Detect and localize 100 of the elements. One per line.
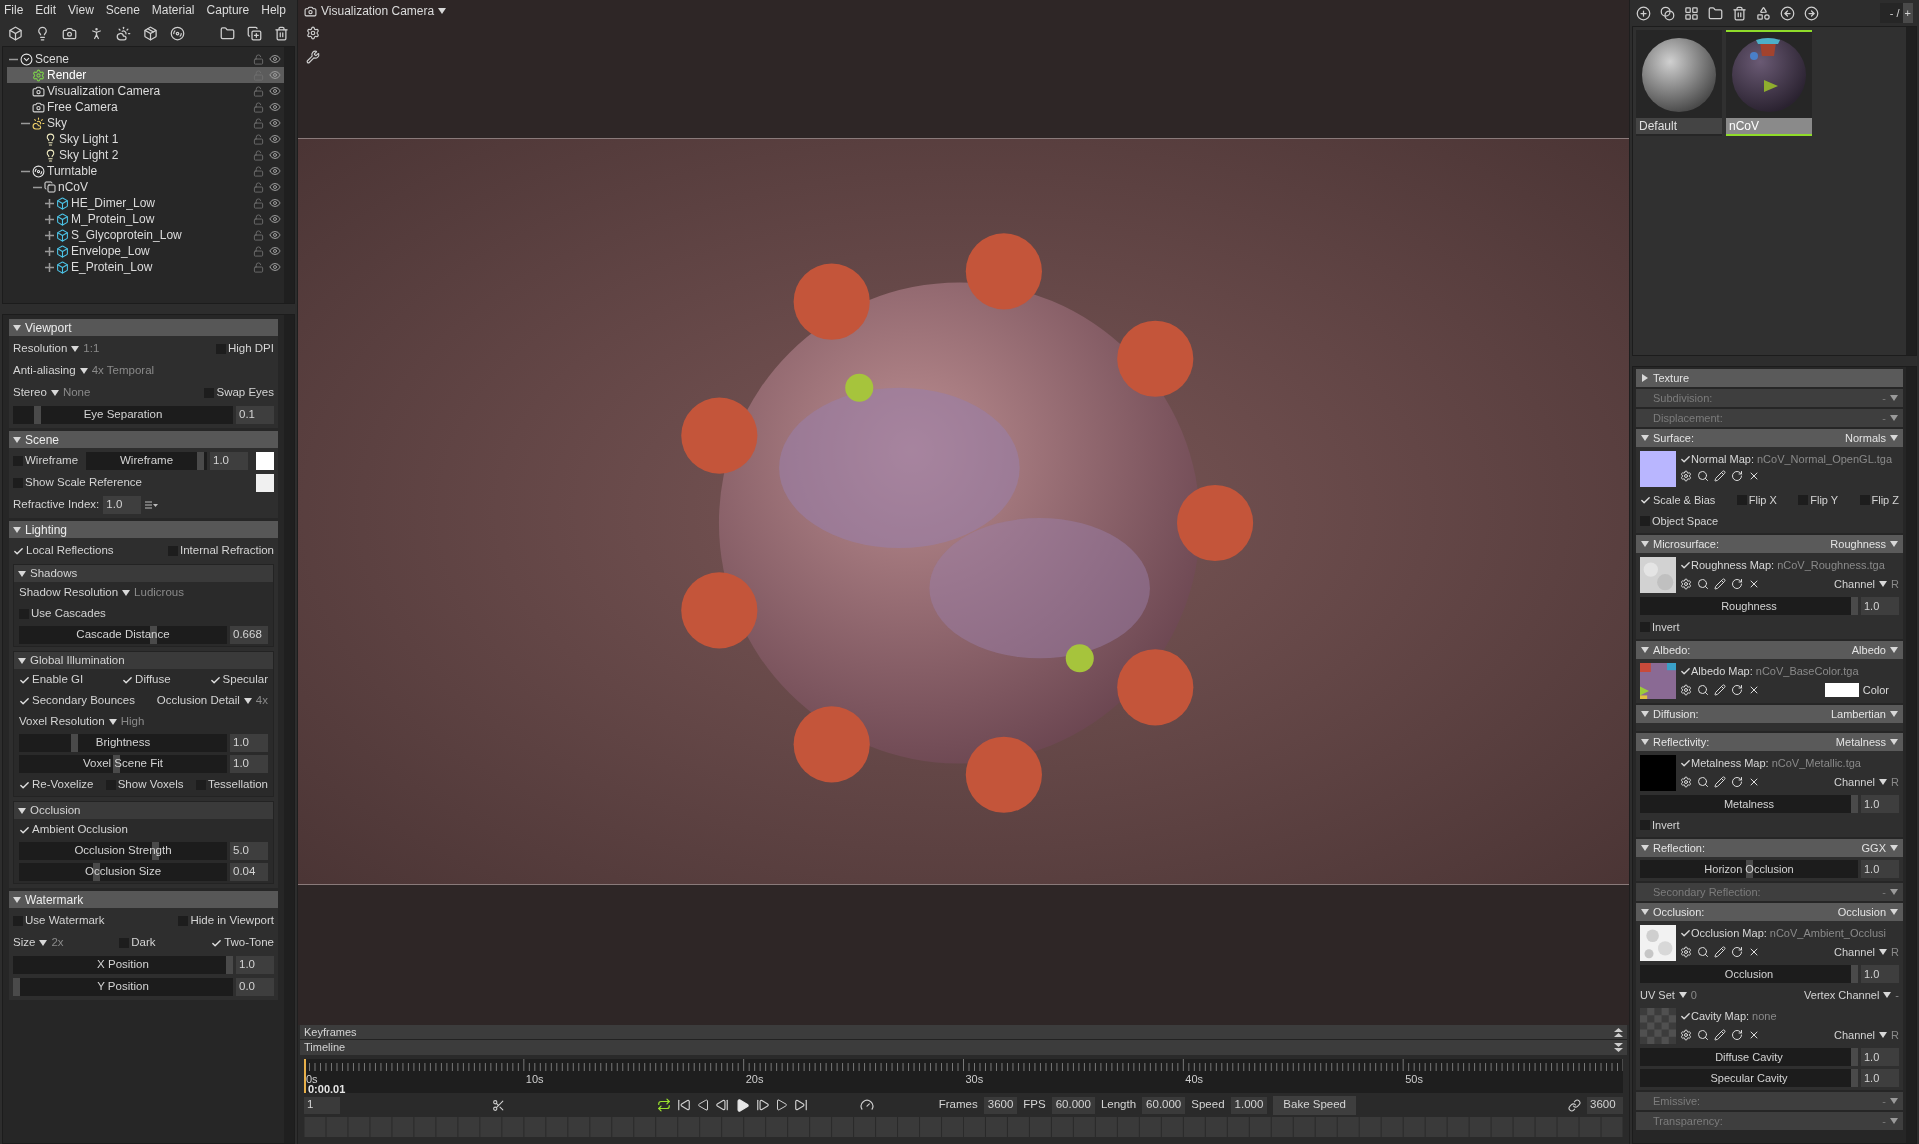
speed-field[interactable]: 1.000	[1230, 1096, 1268, 1114]
color-swatch[interactable]	[1824, 682, 1859, 697]
tree-item[interactable]: Turntable	[7, 163, 284, 179]
pencil-icon[interactable]	[1714, 577, 1726, 590]
scissors-icon[interactable]	[492, 1098, 505, 1112]
dropdown[interactable]: Occlusion	[1837, 903, 1898, 921]
checkbox[interactable]: Scale & Bias	[1640, 491, 1716, 509]
lock-icon[interactable]	[253, 261, 264, 273]
menu-item[interactable]: File	[4, 1, 24, 19]
scrollbar[interactable]	[284, 47, 294, 303]
dropdown[interactable]: 0	[1678, 986, 1697, 1004]
dropdown[interactable]: Metalness	[1835, 733, 1898, 751]
dropdown[interactable]: R	[1879, 773, 1899, 790]
step-back-icon[interactable]	[715, 1098, 729, 1112]
section-header[interactable]: Viewport	[9, 319, 278, 336]
refresh-icon[interactable]	[1731, 945, 1743, 958]
value-field[interactable]: 1.0	[230, 734, 268, 752]
eye-icon[interactable]	[269, 261, 281, 273]
plus-icon[interactable]	[45, 198, 54, 208]
checkbox[interactable]: Show Voxels	[105, 776, 184, 794]
value-field[interactable]: 1.0	[1861, 1048, 1899, 1066]
checkbox[interactable]: Normal Map:	[1680, 451, 1754, 468]
subsection-header[interactable]: Occlusion	[14, 802, 273, 819]
dropdown[interactable]: R	[1879, 1026, 1899, 1043]
refresh-icon[interactable]	[1731, 683, 1743, 696]
slider[interactable]: Eye Separation	[13, 406, 233, 424]
tree-item[interactable]: M_Protein_Low	[7, 211, 284, 227]
triangle-down-icon[interactable]	[1641, 844, 1649, 852]
slider[interactable]: Occlusion Strength	[19, 842, 227, 860]
triangle-down-icon[interactable]	[1641, 710, 1649, 718]
checkbox[interactable]: Two-Tone	[211, 934, 274, 952]
pencil-icon[interactable]	[1714, 683, 1726, 696]
tree-item[interactable]: E_Protein_Low	[7, 259, 284, 275]
triangle-down-icon[interactable]	[13, 435, 21, 444]
triangle-down-icon[interactable]	[1641, 646, 1649, 654]
search-icon[interactable]	[1697, 577, 1709, 590]
value-field[interactable]: 1.0	[230, 755, 268, 773]
dropdown[interactable]: High	[108, 713, 145, 731]
dropdown[interactable]: 4x Temporal	[79, 362, 155, 380]
value-field[interactable]: 0.04	[230, 863, 268, 881]
checkbox[interactable]: Secondary Bounces	[19, 692, 135, 710]
triangle-down-icon[interactable]	[18, 806, 26, 815]
section-header[interactable]: Microsurface: Roughness	[1636, 535, 1903, 553]
settings-icon[interactable]	[1680, 683, 1692, 696]
trash-icon[interactable]	[274, 25, 289, 41]
section-header[interactable]: Reflectivity: Metalness	[1636, 733, 1903, 751]
dropdown[interactable]: 2x	[39, 934, 64, 952]
tree-item[interactable]: Sky Light 2	[7, 147, 284, 163]
play-icon[interactable]	[735, 1097, 750, 1113]
plus-icon[interactable]	[45, 246, 54, 256]
eye-icon[interactable]	[269, 181, 281, 193]
dropdown[interactable]: Roughness	[1830, 535, 1898, 553]
checkbox[interactable]: Local Reflections	[13, 542, 114, 560]
plus-icon[interactable]	[45, 262, 54, 272]
material-card[interactable]: Default	[1636, 30, 1722, 136]
section-header[interactable]: Albedo: Albedo	[1636, 641, 1903, 659]
value-field[interactable]: 1.0	[1861, 1069, 1899, 1087]
gauge-icon[interactable]	[860, 1098, 874, 1112]
grid-icon[interactable]	[1684, 5, 1699, 21]
slider[interactable]: Wireframe	[86, 452, 207, 470]
slider[interactable]: Specular Cavity	[1640, 1069, 1858, 1087]
triangle-down-icon[interactable]	[1641, 540, 1649, 548]
figure-icon[interactable]	[89, 25, 104, 41]
eye-icon[interactable]	[269, 117, 281, 129]
checkbox[interactable]: Wireframe	[13, 452, 79, 470]
triangle-right-icon[interactable]	[776, 1099, 788, 1111]
trash-icon[interactable]	[1732, 5, 1747, 21]
lock-icon[interactable]	[253, 229, 264, 241]
tree-item[interactable]: Free Camera	[7, 99, 284, 115]
section-header[interactable]: Scene	[9, 431, 278, 448]
tree-item[interactable]: nCoV	[7, 179, 284, 195]
triangle-down-icon[interactable]	[13, 525, 21, 534]
value-field[interactable]: 1.0	[210, 452, 248, 470]
checkbox[interactable]: Metalness Map:	[1680, 755, 1769, 772]
lock-icon[interactable]	[253, 149, 264, 161]
lock-icon[interactable]	[253, 133, 264, 145]
dropdown[interactable]: R	[1879, 943, 1899, 960]
camera-dropdown[interactable]: Visualization Camera	[304, 2, 447, 20]
slider[interactable]: Voxel Scene Fit	[19, 755, 227, 773]
triangle-right-icon[interactable]	[1641, 374, 1649, 382]
checkbox[interactable]: High DPI	[215, 340, 274, 358]
checkbox[interactable]: Diffuse	[122, 671, 171, 689]
lock-icon[interactable]	[253, 181, 264, 193]
dropdown[interactable]: Lambertian	[1830, 705, 1898, 723]
checkbox[interactable]: Invert	[1640, 618, 1680, 636]
section-header[interactable]: Occlusion: Occlusion	[1636, 903, 1903, 921]
eye-icon[interactable]	[269, 85, 281, 97]
value-field[interactable]: 1.0	[1861, 597, 1899, 615]
triangle-down-icon[interactable]	[1641, 908, 1649, 916]
cloud-sun-icon[interactable]	[116, 25, 131, 41]
checkbox[interactable]: Flip Z	[1859, 491, 1899, 509]
frame-field[interactable]: 1	[304, 1096, 340, 1114]
menu-item[interactable]: Scene	[105, 1, 140, 19]
checkbox[interactable]: Flip Y	[1798, 491, 1839, 509]
pencil-icon[interactable]	[1714, 469, 1726, 482]
refresh-icon[interactable]	[1731, 577, 1743, 590]
lock-icon[interactable]	[253, 101, 264, 113]
settings-icon[interactable]	[306, 26, 320, 40]
checkbox[interactable]: Invert	[1640, 816, 1680, 834]
value-field[interactable]: 1.0	[1861, 795, 1899, 813]
